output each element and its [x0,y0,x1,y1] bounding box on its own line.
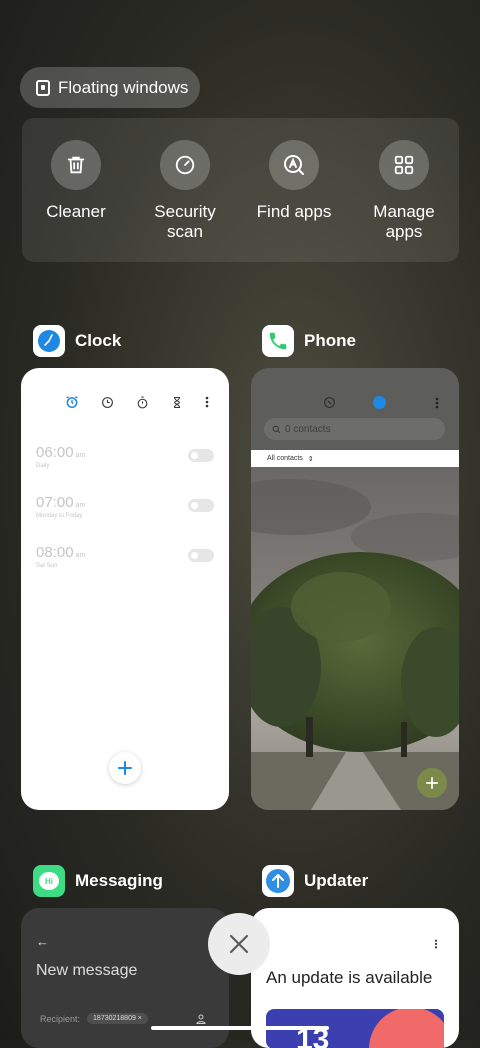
world-clock-icon[interactable] [101,396,114,409]
contacts-search-placeholder: 0 contacts [285,423,331,435]
alarm-row[interactable]: 06:00 am Daily [36,444,229,469]
updater-app-icon [262,865,294,897]
manage-apps-button[interactable]: Manage apps [349,140,459,242]
find-apps-label: Find apps [256,202,332,221]
trash-icon [51,140,101,190]
contacts-search-field[interactable]: 0 contacts [264,418,445,440]
phone-app-header[interactable]: Phone [262,325,356,357]
alarm-toggle[interactable] [188,499,214,512]
more-menu-icon[interactable] [434,939,438,949]
alarm-icon[interactable] [65,395,79,409]
alarm-ampm: am [75,502,86,509]
recipient-value: 18730218809 [93,1015,136,1022]
home-gesture-bar[interactable] [151,1026,329,1030]
clock-app-icon [33,325,65,357]
grid-icon [379,140,429,190]
find-apps-icon [269,140,319,190]
recipient-chip[interactable]: 18730218809 × [87,1013,148,1024]
more-menu-icon[interactable] [205,396,209,408]
alarm-row[interactable]: 08:00 am Sat Sun [36,544,229,569]
messaging-app-name: Messaging [75,871,163,890]
alarm-repeat: Daily [36,463,50,469]
alarm-toggle[interactable] [188,549,214,562]
security-scan-icon [160,140,210,190]
alarm-toggle[interactable] [188,449,214,462]
sort-icon: ⇕ [307,455,314,463]
alarm-repeat: Monday to Friday [36,513,83,519]
more-menu-icon[interactable] [435,397,439,409]
back-arrow-icon[interactable]: ← [36,934,49,949]
close-all-button[interactable] [208,913,270,975]
phone-app-icon [262,325,294,357]
timer-icon[interactable] [171,396,183,409]
messaging-app-header[interactable]: Hi Messaging [33,865,163,897]
alarm-time: 08:00 [36,544,74,561]
recipient-row[interactable]: Recipient: 18730218809 × [40,1013,148,1024]
security-scan-label: Security scan [154,202,216,241]
phone-app-card[interactable]: 0 contacts All contacts ⇕ [251,368,459,810]
message-title: New message [36,962,138,979]
landscape-wallpaper-image [251,467,459,810]
updater-app-name: Updater [304,871,369,890]
messaging-icon-text: Hi [39,872,59,890]
stopwatch-icon[interactable] [136,396,149,409]
contacts-filter-label: All contacts [267,455,303,462]
phone-top-bar: 0 contacts [251,368,459,450]
update-title: An update is available [266,968,433,987]
call-log-icon[interactable] [323,396,336,409]
clock-app-header[interactable]: Clock [33,325,121,357]
alarm-time: 06:00 [36,444,74,461]
search-icon [272,425,281,433]
updater-app-header[interactable]: Updater [262,865,368,897]
messaging-app-icon: Hi [33,865,65,897]
add-contact-button[interactable] [417,768,447,798]
alarm-ampm: am [75,552,86,559]
floating-windows-button[interactable]: Floating windows [20,67,200,108]
phone-app-name: Phone [304,331,356,350]
alarm-row[interactable]: 07:00 am Monday to Friday [36,494,229,519]
cleaner-label: Cleaner [46,202,106,221]
find-apps-button[interactable]: Find apps [239,140,349,222]
plus-icon [118,761,132,775]
cleaner-button[interactable]: Cleaner [21,140,131,222]
clock-app-card[interactable]: 06:00 am Daily 07:00 am Monday to Friday 0… [21,368,229,810]
update-arrow-icon [266,869,290,893]
clock-tab-bar [65,395,209,409]
floating-windows-label: Floating windows [58,77,189,97]
contact-picker-icon[interactable] [195,1013,207,1025]
floating-window-icon [36,79,50,96]
alarm-repeat: Sat Sun [36,563,58,569]
contacts-icon[interactable] [373,396,386,409]
clock-app-name: Clock [75,331,122,350]
contacts-filter-bar[interactable]: All contacts ⇕ [251,450,459,467]
close-icon [229,934,249,954]
quick-tools-panel: Cleaner Security scan Find apps Manage a… [22,118,459,262]
security-scan-button[interactable]: Security scan [130,140,240,242]
recipient-label: Recipient: [40,1013,81,1024]
manage-apps-label: Manage apps [373,202,435,241]
add-alarm-button[interactable] [109,752,141,784]
alarm-time: 07:00 [36,494,74,511]
alarm-ampm: am [75,452,86,459]
plus-icon [426,777,438,789]
